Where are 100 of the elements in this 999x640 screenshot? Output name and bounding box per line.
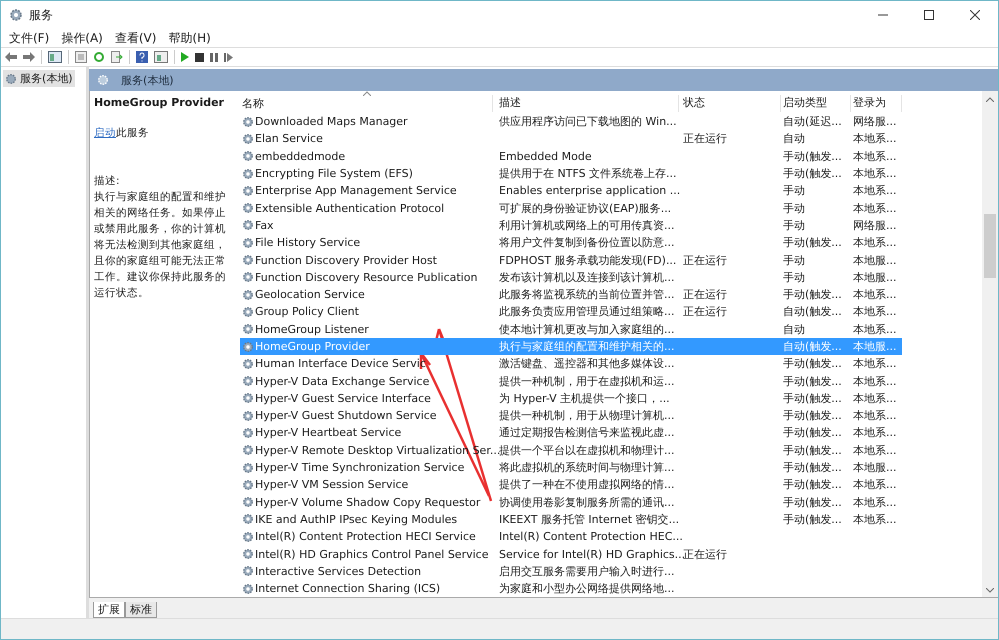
- menu-item[interactable]: 操作(A): [61, 30, 103, 46]
- service-name: Encrypting File System (EFS): [255, 167, 413, 180]
- logon-cell: 网络服...: [853, 115, 896, 128]
- panel-header: 服务(本地): [89, 69, 998, 91]
- service-name: Geolocation Service: [255, 288, 365, 302]
- properties-icon[interactable]: [75, 51, 87, 63]
- gear-icon: [242, 323, 254, 336]
- service-name: Hyper-V Volume Shadow Copy Requestor: [255, 496, 480, 509]
- logon-cell: 本地服...: [853, 254, 896, 267]
- table-row[interactable]: Hyper-V Guest Shutdown Service 提供一种机制，用于从物理计算机... 手动(触发... 本地系...: [240, 407, 982, 424]
- menu-item[interactable]: 查看(V): [114, 30, 156, 46]
- view-tab[interactable]: 扩展: [93, 602, 125, 618]
- logon-cell: 本地系...: [853, 236, 896, 250]
- table-row[interactable]: Elan Service 正在运行 自动 本地系...: [240, 130, 982, 148]
- description-cell: IKEEXT 服务托管 Internet 密钥交...: [499, 512, 680, 526]
- description-text: 执行与家庭组的配置和维护相关的网络任务。如果停止或禁用此服务，你的计算机将无法检测到其他家庭组，且你的家庭组可能无法正常工作。建议你保持此服务的运行状态。: [94, 190, 227, 301]
- refresh-icon[interactable]: [93, 51, 105, 63]
- start-link[interactable]: 启动: [94, 127, 116, 139]
- service-name: Elan Service: [255, 132, 323, 146]
- service-name: Intel(R) Content Protection HECI Service: [255, 530, 476, 544]
- description-cell: FDPHOST 服务承载功能发现(FD)...: [499, 254, 676, 267]
- gear-icon: [5, 72, 17, 84]
- console-tree-icon[interactable]: [48, 51, 62, 63]
- gear-icon: [242, 426, 254, 439]
- table-row[interactable]: Internet Connection Sharing (ICS) 为家庭和小型办公网络提供网络地...: [240, 580, 982, 598]
- table-row[interactable]: Intel(R) HD Graphics Control Panel Service Service for Intel(R) HD Graphics...正在运行: [240, 545, 982, 563]
- table-row[interactable]: File History Service 将用户文件复制到备份位置以防意... 手动(触发... 本地系...: [240, 234, 982, 252]
- table-row[interactable]: Fax 利用计算机或网络上的可用传真资... 手动 网络服...: [240, 216, 982, 234]
- description-cell: 为 Hyper-V 主机提供一个接口，...: [499, 392, 670, 405]
- service-name: IKE and AuthIP IPsec Keying Modules: [255, 512, 458, 526]
- gear-icon: [242, 150, 254, 162]
- logon-cell: 本地服...: [853, 461, 896, 474]
- table-row[interactable]: Hyper-V Data Exchange Service 提供一种机制，用于在虚拟机和运... 手动(触发... 本地系...: [240, 372, 982, 390]
- menu-item[interactable]: 帮助(H): [168, 30, 211, 46]
- table-row[interactable]: Group Policy Client 此服务负责应用管理员通过组策略... 正在运行 自动(触发... 本地系...: [240, 303, 982, 321]
- menu-item[interactable]: 文件(F): [9, 30, 50, 46]
- logon-cell: 本地系...: [853, 496, 896, 509]
- table-row[interactable]: Hyper-V VM Session Service 提供了一种在不使用虚拟网络的情... 手动(触发... 本地系...: [240, 476, 982, 494]
- startup-type-cell: 手动: [783, 254, 805, 267]
- gear-icon: [242, 358, 254, 370]
- gear-icon: [242, 202, 254, 214]
- view-tab[interactable]: 标准: [125, 602, 157, 618]
- startup-type-cell: 手动(触发...: [783, 409, 842, 422]
- view-icon[interactable]: [154, 51, 168, 63]
- description-cell: 此服务将监视系统的当前位置并管...: [499, 288, 674, 302]
- maximize-icon[interactable]: [924, 10, 934, 20]
- table-row[interactable]: Geolocation Service 此服务将监视系统的当前位置并管... 正在运行 手动(触发... 本地系...: [240, 286, 982, 304]
- play-icon[interactable]: [181, 52, 189, 62]
- table-row[interactable]: Downloaded Maps Manager 供应用程序访问已下载地图的 Win... 自动(延迟... 网络服...: [240, 113, 982, 130]
- table-row[interactable]: Intel(R) Content Protection HECI Service Intel(R) Content Protection HEC...: [240, 528, 982, 546]
- description-cell: 使本地计算机更改与加入家庭组的...: [499, 322, 674, 336]
- description-cell: 协调使用卷影复制服务所需的通讯...: [499, 496, 674, 509]
- column-header[interactable]: 登录为: [851, 95, 902, 112]
- table-row[interactable]: embeddedmode Embedded Mode 手动(触发... 本地系...: [240, 148, 982, 165]
- close-icon[interactable]: [970, 10, 980, 20]
- table-row[interactable]: Interactive Services Detection 启用交互服务需要用户输入时进行...: [240, 562, 982, 580]
- pause-icon[interactable]: [210, 52, 218, 62]
- startup-type-cell: 手动(触发...: [783, 150, 842, 163]
- table-row[interactable]: Enterprise App Management Service Enables enterprise application ... 手动 本地系...: [240, 182, 982, 200]
- table-row[interactable]: IKE and AuthIP IPsec Keying Modules IKEEXT 服务托管 Internet 密钥交... 手动(触发... 本地系...: [240, 510, 982, 528]
- export-icon[interactable]: [111, 51, 123, 63]
- table-row[interactable]: Function Discovery Provider Host FDPHOST 服务承载功能发现(FD)... 正在运行 手动 本地服...: [240, 251, 982, 269]
- stop-icon[interactable]: [195, 52, 204, 62]
- column-header[interactable]: 启动类型: [781, 95, 851, 112]
- column-header[interactable]: 名称: [240, 95, 493, 112]
- column-header[interactable]: 描述: [493, 95, 679, 112]
- startup-type-cell: 手动: [783, 184, 805, 198]
- help-icon[interactable]: [136, 51, 148, 63]
- logon-cell: 本地系...: [853, 322, 896, 336]
- scrollbar-thumb[interactable]: [984, 214, 996, 278]
- startup-type-cell: 手动(触发...: [783, 392, 842, 405]
- logon-cell: 本地系...: [853, 478, 896, 492]
- table-row[interactable]: Extensible Authentication Protocol 可扩展的身份验证协议(EAP)服务... 手动 本地系...: [240, 199, 982, 217]
- scroll-down-icon[interactable]: [986, 588, 994, 593]
- forward-arrow-icon[interactable]: [23, 52, 35, 62]
- tree-item[interactable]: 服务(本地): [3, 70, 75, 87]
- table-row[interactable]: Hyper-V Volume Shadow Copy Requestor 协调使用卷影复制服务所需的通讯... 手动(触发... 本地系...: [240, 494, 982, 511]
- back-arrow-icon[interactable]: [5, 52, 17, 62]
- gear-icon: [242, 340, 254, 352]
- table-row[interactable]: Hyper-V Guest Service Interface 为 Hyper-V 主机提供一个接口，... 手动(触发... 本地系...: [240, 390, 982, 408]
- column-header[interactable]: 状态: [679, 95, 781, 112]
- table-row[interactable]: HomeGroup Listener 使本地计算机更改与加入家庭组的... 自动 本地系...: [240, 320, 982, 338]
- table-row[interactable]: Hyper-V Time Synchronization Service 将此虚拟机的系统时间与物理计算... 手动(触发... 本地服...: [240, 458, 982, 476]
- description-cell: 提供一个平台以在虚拟机和物理计...: [499, 444, 674, 457]
- service-name: Hyper-V Guest Shutdown Service: [255, 409, 437, 422]
- table-row[interactable]: Function Discovery Resource Publication 发布该计算机以及连接到该计算机... 手动 本地服...: [240, 268, 982, 286]
- table-row[interactable]: Encrypting File System (EFS) 提供用于在 NTFS 文件系统卷上存... 手动(触发... 本地系...: [240, 164, 982, 182]
- scroll-up-icon[interactable]: [986, 97, 994, 102]
- table-row[interactable]: Hyper-V Heartbeat Service 通过定期报告检测信号来监视此虚... 手动(触发... 本地系...: [240, 424, 982, 442]
- service-name: Intel(R) HD Graphics Control Panel Service: [255, 548, 488, 561]
- gear-icon: [9, 8, 23, 22]
- startup-type-cell: 手动(触发...: [783, 478, 842, 492]
- scrollbar[interactable]: [982, 91, 998, 597]
- service-name: Hyper-V VM Session Service: [255, 478, 408, 492]
- status-cell: 正在运行: [683, 305, 727, 318]
- status-cell: 正在运行: [683, 254, 727, 267]
- startup-type-cell: 手动: [783, 202, 805, 215]
- description-cell: 可扩展的身份验证协议(EAP)服务...: [499, 202, 672, 215]
- resume-icon[interactable]: [224, 52, 233, 62]
- description-cell: Embedded Mode: [499, 150, 592, 163]
